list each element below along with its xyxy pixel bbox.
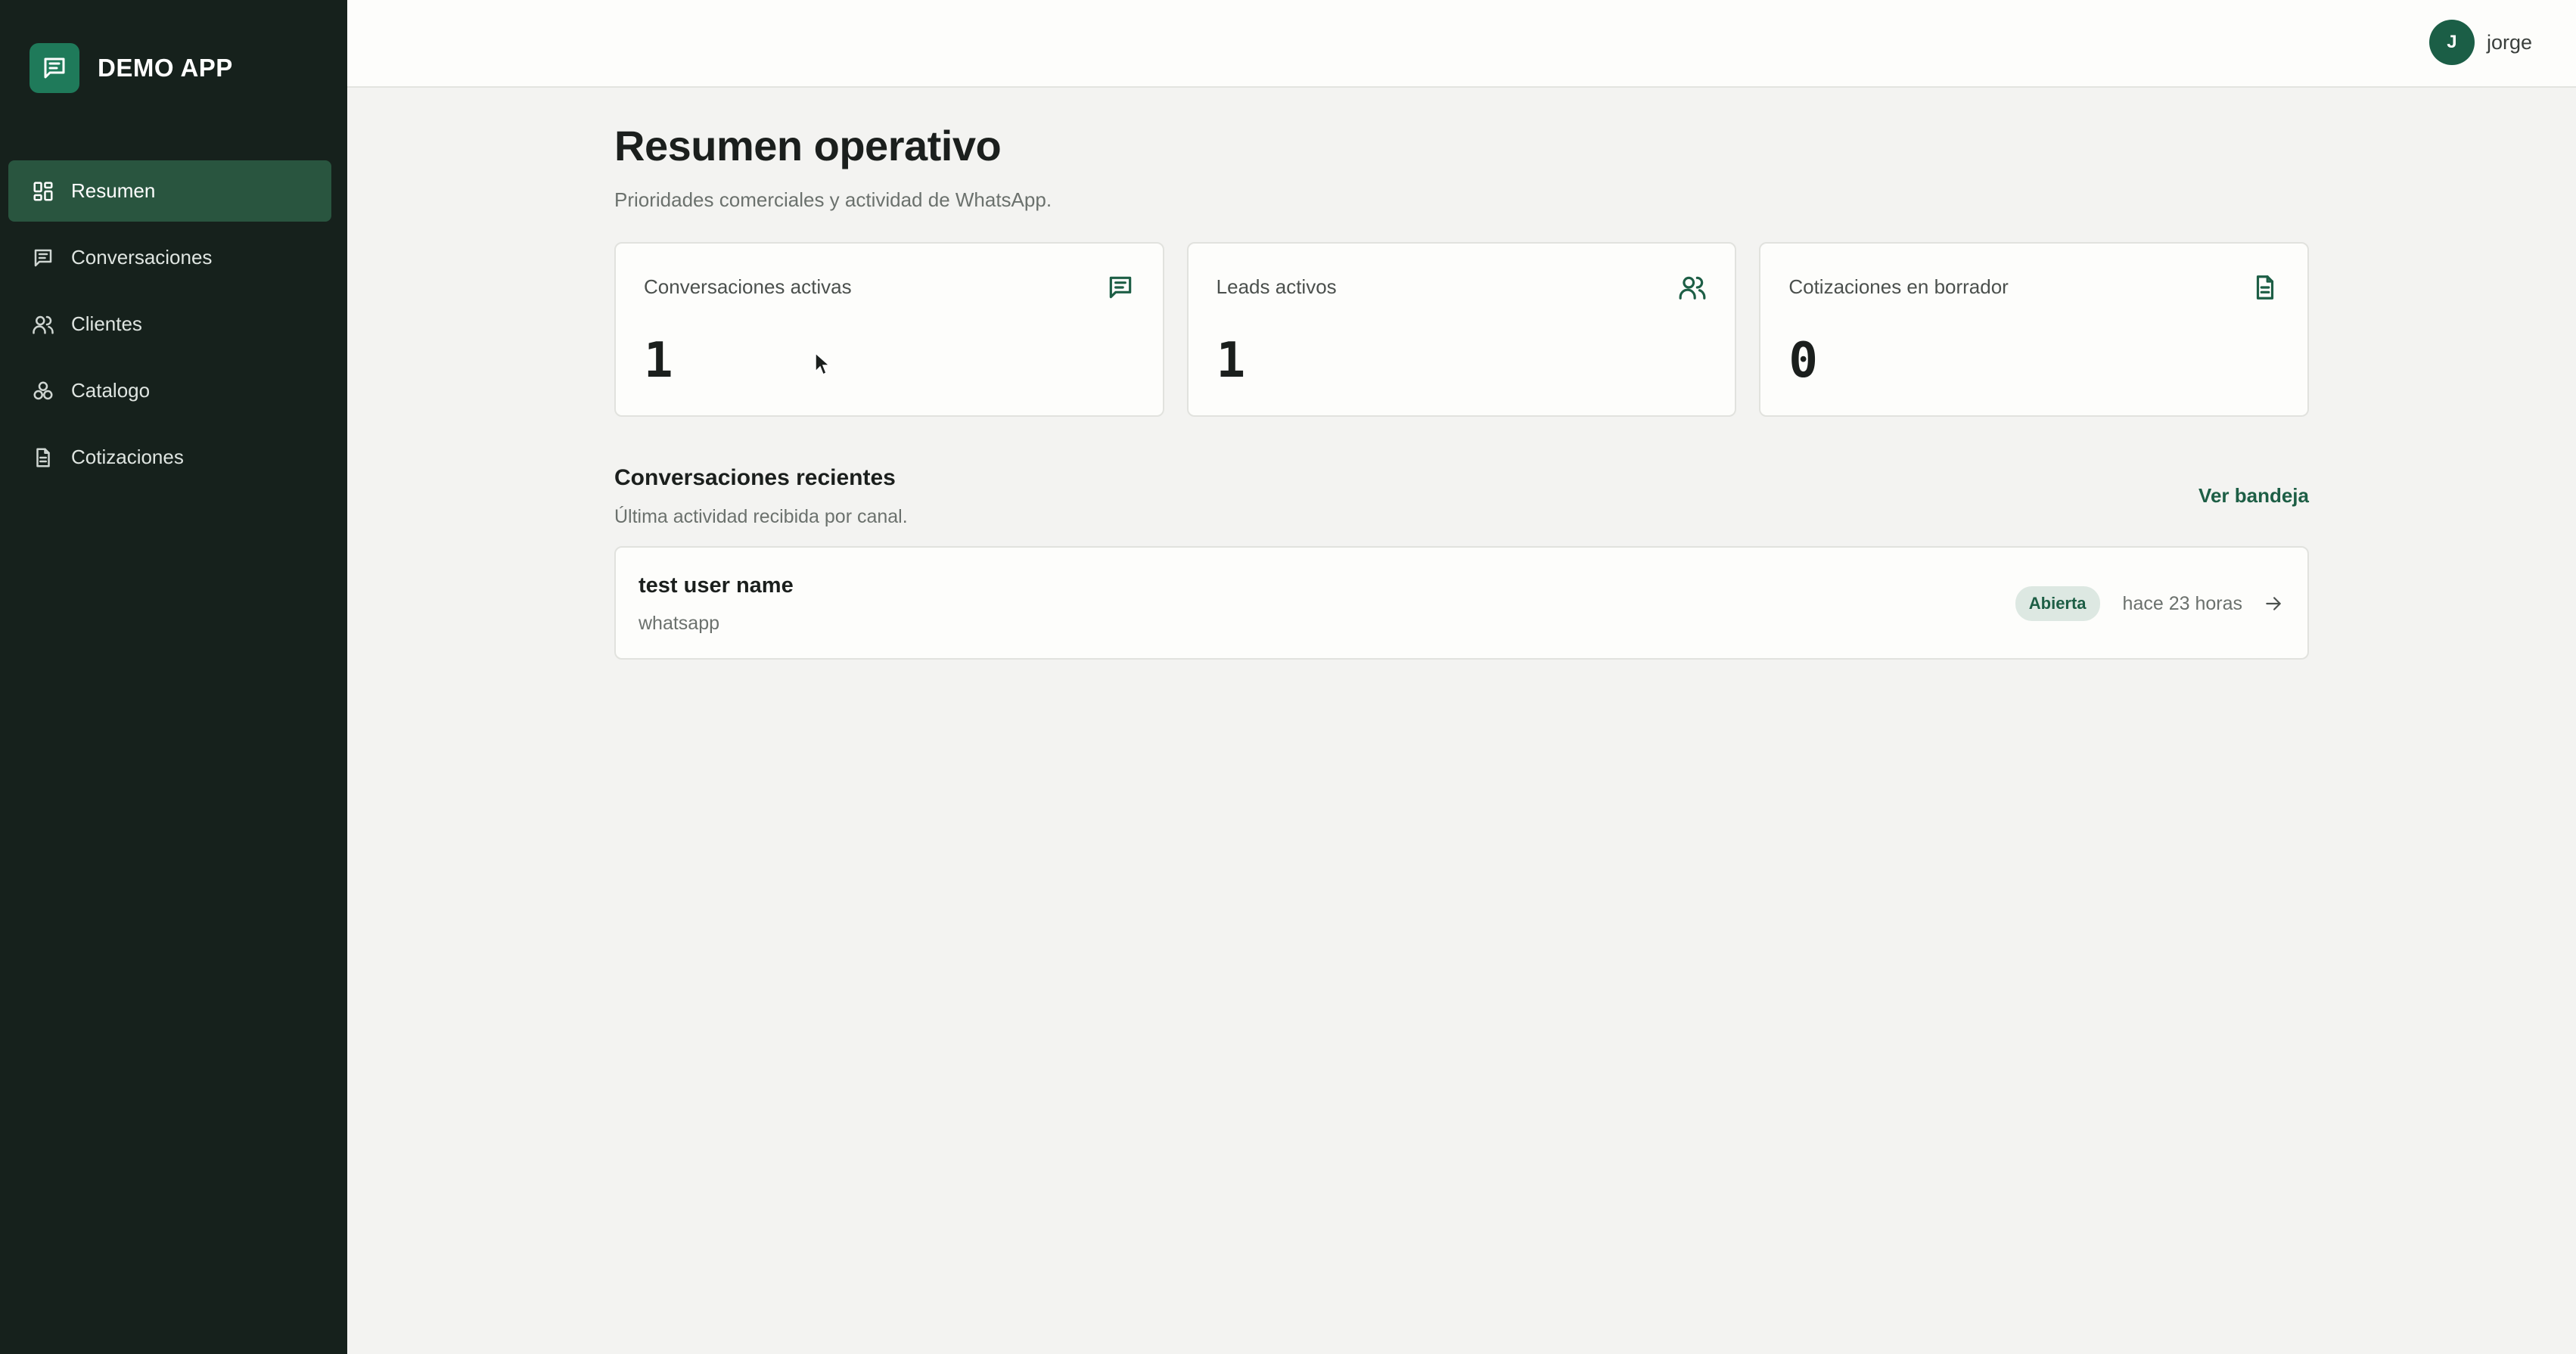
user-name[interactable]: jorge xyxy=(2487,31,2532,54)
boxes-icon xyxy=(30,378,56,404)
user-menu[interactable]: J jorge xyxy=(2428,20,2532,65)
sidebar-item-conversaciones[interactable]: Conversaciones xyxy=(8,227,331,288)
app-name: DEMO APP xyxy=(98,54,233,82)
section-subtitle: Última actividad recibida por canal. xyxy=(614,506,908,527)
main-content: Resumen operativo Prioridades comerciale… xyxy=(614,121,2310,660)
users-icon xyxy=(30,312,56,337)
sidebar-item-resumen[interactable]: Resumen xyxy=(8,160,331,222)
conversation-row[interactable]: test user name whatsapp Abierta hace 23 … xyxy=(614,546,2309,660)
brand[interactable]: DEMO APP xyxy=(30,43,233,93)
sidebar-item-label: Resumen xyxy=(71,179,156,202)
mouse-cursor-icon xyxy=(815,352,831,376)
grid-icon xyxy=(30,179,56,204)
stat-label: Cotizaciones en borrador xyxy=(1788,275,2009,298)
sidebar-item-catalogo[interactable]: Catalogo xyxy=(8,360,331,421)
app-logo-icon xyxy=(30,43,79,93)
message-icon xyxy=(1105,272,1136,303)
users-icon xyxy=(1677,272,1707,303)
topbar: J jorge xyxy=(347,0,2576,88)
sidebar-item-label: Conversaciones xyxy=(71,246,213,269)
stat-value: 1 xyxy=(1216,333,1246,389)
section-title: Conversaciones recientes xyxy=(614,465,896,490)
stat-card-leads-activos: Leads activos 1 xyxy=(1186,242,1737,417)
conversation-meta: Abierta hace 23 horas xyxy=(2015,586,2285,621)
sidebar-item-label: Clientes xyxy=(71,312,142,335)
page-subtitle: Prioridades comerciales y actividad de W… xyxy=(614,188,1052,211)
sidebar-item-label: Cotizaciones xyxy=(71,446,184,468)
stat-value: 1 xyxy=(644,333,673,389)
view-inbox-link[interactable]: Ver bandeja xyxy=(2198,484,2309,508)
sidebar-item-label: Catalogo xyxy=(71,379,151,402)
sidebar-item-cotizaciones[interactable]: Cotizaciones xyxy=(8,427,331,488)
stat-value: 0 xyxy=(1788,333,1818,389)
document-icon xyxy=(30,445,56,470)
sidebar-item-clientes[interactable]: Clientes xyxy=(8,293,331,355)
stats-cards: Conversaciones activas 1 Leads activos 1… xyxy=(614,242,2310,417)
document-icon xyxy=(2250,272,2280,303)
message-icon xyxy=(30,245,56,271)
stat-label: Conversaciones activas xyxy=(644,275,852,298)
recent-conversations-header: Conversaciones recientes Última activida… xyxy=(614,465,2309,528)
page-title: Resumen operativo xyxy=(614,122,1002,169)
stat-card-cotizaciones-borrador: Cotizaciones en borrador 0 xyxy=(1759,242,2310,417)
conversation-channel: whatsapp xyxy=(639,613,720,634)
conversation-time: hace 23 horas xyxy=(2122,592,2242,614)
arrow-right-icon[interactable] xyxy=(2262,592,2285,615)
sidebar: DEMO APP Resumen Conversaciones Clientes… xyxy=(0,0,347,1354)
conversation-contact-name: test user name xyxy=(639,573,794,598)
stat-label: Leads activos xyxy=(1216,275,1337,298)
stat-card-conversaciones-activas: Conversaciones activas 1 xyxy=(614,242,1164,417)
sidebar-nav: Resumen Conversaciones Clientes Catalogo… xyxy=(8,160,331,493)
status-badge: Abierta xyxy=(2015,586,2100,621)
avatar[interactable]: J xyxy=(2428,20,2475,65)
